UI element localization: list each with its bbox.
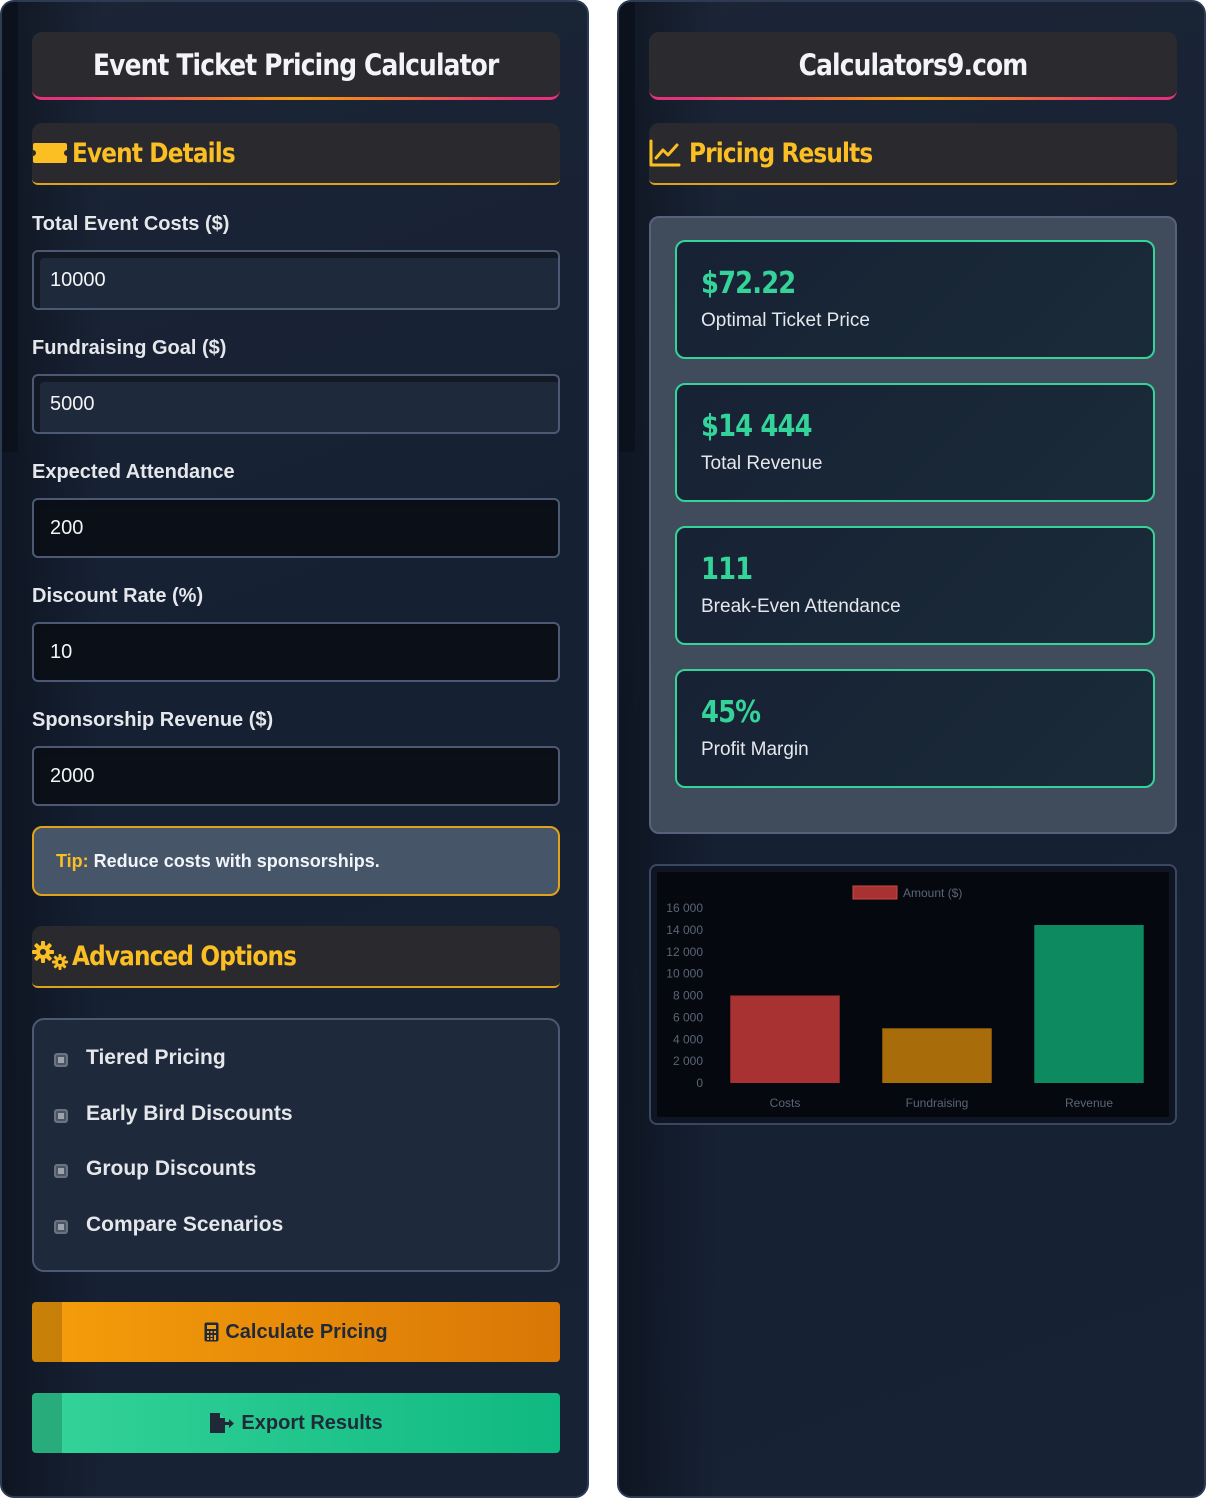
tip-text: Reduce costs with sponsorships. xyxy=(93,850,380,871)
option-tiered-pricing[interactable]: Tiered Pricing xyxy=(54,1046,226,1070)
y-tick-label: 2 000 xyxy=(673,1054,703,1068)
sponsorship-label: Sponsorship Revenue ($) xyxy=(32,709,274,731)
option-group-discounts[interactable]: Group Discounts xyxy=(54,1157,256,1181)
option-compare-scenarios[interactable]: Compare Scenarios xyxy=(54,1213,283,1237)
y-tick-label: 12 000 xyxy=(666,945,703,959)
bar-costs xyxy=(730,995,840,1083)
result-label: Optimal Ticket Price xyxy=(701,310,870,331)
site-title: Calculators9.com xyxy=(798,47,1029,82)
fundraising-goal-input[interactable]: 5000 xyxy=(32,374,560,434)
bar-chart: 0 2 000 4 000 6 000 8 000 10 000 12 000 14 000 1… xyxy=(657,872,1169,1117)
bar-fundraising xyxy=(882,1028,992,1083)
pricing-results-header: Pricing Results xyxy=(649,123,1177,185)
sponsorship-input[interactable]: 2000 xyxy=(32,746,560,806)
y-tick-label: 14 000 xyxy=(666,923,703,937)
tip-box: Tip: Reduce costs with sponsorships. xyxy=(32,826,560,896)
advanced-options-list: Tiered Pricing Early Bird Discounts Grou… xyxy=(32,1018,560,1272)
result-card-ticket-price: $72.22 Optimal Ticket Price xyxy=(675,240,1155,359)
result-label: Profit Margin xyxy=(701,739,809,760)
advanced-options-title: Advanced Options xyxy=(72,940,297,972)
attendance-input[interactable]: 200 xyxy=(32,498,560,558)
result-value: $72.22 xyxy=(701,266,796,301)
x-tick-label: Revenue xyxy=(1065,1096,1113,1110)
early-bird-checkbox[interactable] xyxy=(54,1109,68,1123)
option-early-bird[interactable]: Early Bird Discounts xyxy=(54,1102,293,1126)
compare-scenarios-checkbox[interactable] xyxy=(54,1220,68,1234)
discount-rate-label: Discount Rate (%) xyxy=(32,585,204,607)
group-discounts-checkbox[interactable] xyxy=(54,1164,68,1178)
legend-swatch xyxy=(852,885,898,900)
button-shade xyxy=(32,1302,62,1362)
result-value: 111 xyxy=(701,552,753,587)
calculator-icon xyxy=(204,1322,219,1342)
result-card-profit-margin: 45% Profit Margin xyxy=(675,669,1155,788)
x-tick-label: Costs xyxy=(770,1096,801,1110)
result-value: 45% xyxy=(701,695,761,730)
result-label: Break-Even Attendance xyxy=(701,596,901,617)
export-results-label: Export Results xyxy=(241,1411,383,1434)
button-shade xyxy=(32,1393,62,1453)
gears-icon xyxy=(32,941,72,971)
discount-rate-input[interactable]: 10 xyxy=(32,622,560,682)
site-title-bar: Calculators9.com xyxy=(649,32,1177,100)
y-tick-label: 8 000 xyxy=(673,989,703,1003)
file-export-icon xyxy=(210,1413,235,1433)
y-tick-label: 4 000 xyxy=(673,1032,703,1046)
event-details-title: Event Details xyxy=(72,137,236,169)
result-card-total-revenue: $14 444 Total Revenue xyxy=(675,383,1155,502)
tip-prefix: Tip: xyxy=(56,850,89,871)
results-container: $72.22 Optimal Ticket Price $14 444 Tota… xyxy=(649,216,1177,834)
option-label: Compare Scenarios xyxy=(86,1213,284,1236)
total-costs-label: Total Event Costs ($) xyxy=(32,213,230,235)
option-label: Early Bird Discounts xyxy=(86,1102,293,1125)
results-panel: Calculators9.com Pricing Results $72.22 … xyxy=(617,0,1206,1498)
pricing-results-title: Pricing Results xyxy=(689,137,873,169)
y-tick-label: 6 000 xyxy=(673,1010,703,1024)
y-tick-label: 16 000 xyxy=(666,901,703,915)
y-tick-label: 10 000 xyxy=(666,967,703,981)
result-label: Total Revenue xyxy=(701,453,823,474)
bar-revenue xyxy=(1034,925,1144,1083)
ticket-icon xyxy=(32,141,72,165)
export-results-button[interactable]: Export Results xyxy=(32,1393,560,1453)
option-label: Group Discounts xyxy=(86,1157,257,1180)
tiered-pricing-checkbox[interactable] xyxy=(54,1053,68,1067)
page-title: Event Ticket Pricing Calculator xyxy=(93,47,499,82)
option-label: Tiered Pricing xyxy=(86,1046,226,1069)
line-chart-icon xyxy=(649,139,689,167)
calculator-panel: Event Ticket Pricing Calculator Event De… xyxy=(0,0,589,1498)
revenue-chart: 0 2 000 4 000 6 000 8 000 10 000 12 000 14 000 1… xyxy=(649,864,1177,1125)
y-tick-label: 0 xyxy=(696,1076,703,1090)
calculator-title-bar: Event Ticket Pricing Calculator xyxy=(32,32,560,100)
calculate-pricing-label: Calculate Pricing xyxy=(225,1320,388,1343)
fundraising-goal-label: Fundraising Goal ($) xyxy=(32,337,227,359)
event-details-header: Event Details xyxy=(32,123,560,185)
result-value: $14 444 xyxy=(701,409,813,444)
result-card-break-even: 111 Break-Even Attendance xyxy=(675,526,1155,645)
advanced-options-header: Advanced Options xyxy=(32,926,560,988)
total-costs-input[interactable]: 10000 xyxy=(32,250,560,310)
x-tick-label: Fundraising xyxy=(906,1096,969,1110)
attendance-label: Expected Attendance xyxy=(32,461,235,483)
legend-label: Amount ($) xyxy=(903,886,962,900)
calculate-pricing-button[interactable]: Calculate Pricing xyxy=(32,1302,560,1362)
